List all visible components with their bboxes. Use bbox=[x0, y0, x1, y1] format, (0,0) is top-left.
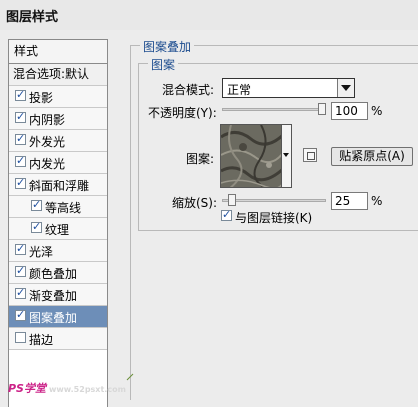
style-item-label: 外发光 bbox=[29, 135, 66, 149]
style-list: 样式 混合选项:默认 ✓ 投影 ✓ 内阴影 ✓ 外发光 ✓ 内发光 ✓ 斜面和浮雕 ✓ 等高线 ✓ 纹理 ✓… bbox=[8, 39, 108, 407]
window-title: 图层样式 bbox=[6, 10, 59, 25]
check-icon: ✓ bbox=[32, 198, 42, 211]
style-item-checkbox[interactable]: ✓ bbox=[15, 242, 26, 255]
opacity-input[interactable]: 100 bbox=[331, 102, 368, 120]
style-item-checkbox[interactable]: ✓ bbox=[15, 264, 26, 277]
style-item-checkbox[interactable]: ✓ bbox=[31, 198, 42, 211]
blend-mode-label: 混合模式: bbox=[162, 83, 215, 97]
check-icon: ✓ bbox=[16, 110, 26, 123]
style-item-checkbox[interactable] bbox=[15, 332, 26, 343]
opacity-slider-thumb[interactable] bbox=[318, 103, 326, 115]
style-item-label: 光泽 bbox=[29, 245, 54, 259]
pattern-label: 图案: bbox=[186, 152, 215, 166]
style-item[interactable]: ✓ 颜色叠加 bbox=[9, 262, 107, 284]
style-item[interactable]: ✓ 外发光 bbox=[9, 130, 107, 152]
style-item-label: 描边 bbox=[29, 333, 54, 347]
opacity-slider-track[interactable] bbox=[222, 108, 326, 111]
style-item[interactable]: ✓ 光泽 bbox=[9, 240, 107, 262]
style-item[interactable]: ✓ 内发光 bbox=[9, 152, 107, 174]
pattern-texture bbox=[221, 125, 281, 187]
blend-options-item[interactable]: 混合选项:默认 bbox=[9, 64, 107, 86]
chevron-down-icon[interactable] bbox=[337, 79, 354, 97]
style-item[interactable]: ✓ 纹理 bbox=[9, 218, 107, 240]
scale-slider-thumb[interactable] bbox=[227, 194, 236, 206]
style-item[interactable]: ✓ 内阴影 bbox=[9, 108, 107, 130]
style-item-label: 斜面和浮雕 bbox=[29, 179, 90, 193]
style-item[interactable]: ✓ 渐变叠加 bbox=[9, 284, 107, 306]
resize-corner-icon bbox=[126, 373, 134, 381]
style-item-checkbox[interactable]: ✓ bbox=[15, 132, 26, 145]
style-item-label: 内发光 bbox=[29, 157, 66, 171]
check-icon: ✓ bbox=[16, 242, 26, 255]
snap-origin-button[interactable]: 贴紧原点(A) bbox=[331, 147, 413, 166]
scale-percent: % bbox=[371, 194, 383, 208]
title-bar: 图层样式 bbox=[0, 0, 418, 30]
pattern-swatch[interactable] bbox=[220, 124, 282, 188]
style-item-checkbox[interactable]: ✓ bbox=[31, 220, 42, 233]
style-item[interactable]: ✓ 等高线 bbox=[9, 196, 107, 218]
subgroup-title: 图案 bbox=[148, 56, 179, 73]
style-list-header[interactable]: 样式 bbox=[9, 40, 107, 64]
check-icon: ✓ bbox=[16, 88, 26, 101]
style-item[interactable]: ✓ 图案叠加 bbox=[9, 306, 107, 328]
pattern-picker-button[interactable] bbox=[282, 124, 292, 188]
watermark-site: www.52psxt.com bbox=[48, 385, 126, 394]
blend-mode-value: 正常 bbox=[227, 83, 252, 97]
style-item[interactable]: ✓ 斜面和浮雕 bbox=[9, 174, 107, 196]
style-item-label: 内阴影 bbox=[29, 113, 66, 127]
style-item-checkbox[interactable]: ✓ bbox=[15, 154, 26, 167]
opacity-label: 不透明度(Y): bbox=[148, 106, 217, 120]
style-item-label: 投影 bbox=[29, 91, 54, 105]
link-with-layer-label[interactable]: 与图层链接(K) bbox=[235, 209, 312, 226]
style-item-label: 纹理 bbox=[45, 223, 70, 237]
check-icon: ✓ bbox=[222, 208, 232, 221]
style-item-checkbox[interactable]: ✓ bbox=[15, 308, 26, 321]
blend-mode-select[interactable]: 正常 bbox=[222, 78, 355, 98]
style-item-label: 渐变叠加 bbox=[29, 289, 78, 303]
style-item-label: 颜色叠加 bbox=[29, 267, 78, 281]
scale-label: 缩放(S): bbox=[172, 196, 218, 210]
link-with-layer-checkbox[interactable]: ✓ bbox=[221, 208, 232, 221]
check-icon: ✓ bbox=[16, 308, 26, 321]
style-item-label: 等高线 bbox=[45, 201, 82, 215]
scale-input[interactable]: 25 bbox=[331, 192, 368, 210]
watermark: PS学堂 www.52psxt.com bbox=[8, 380, 128, 398]
style-item-checkbox[interactable]: ✓ bbox=[15, 110, 26, 123]
style-item[interactable]: 描边 bbox=[9, 328, 107, 350]
style-item[interactable]: ✓ 投影 bbox=[9, 86, 107, 108]
scale-slider-track[interactable] bbox=[222, 199, 326, 202]
check-icon: ✓ bbox=[16, 154, 26, 167]
style-item-checkbox[interactable]: ✓ bbox=[15, 88, 26, 101]
check-icon: ✓ bbox=[16, 264, 26, 277]
style-item-label: 图案叠加 bbox=[29, 311, 78, 325]
check-icon: ✓ bbox=[16, 286, 26, 299]
check-icon: ✓ bbox=[32, 220, 42, 233]
style-item-checkbox[interactable]: ✓ bbox=[15, 176, 26, 189]
group-title: 图案叠加 bbox=[140, 38, 195, 55]
style-item-checkbox[interactable]: ✓ bbox=[15, 286, 26, 299]
watermark-text: PS学堂 bbox=[8, 382, 46, 395]
new-preset-icon[interactable] bbox=[303, 148, 317, 162]
check-icon: ✓ bbox=[16, 132, 26, 145]
check-icon: ✓ bbox=[16, 176, 26, 189]
opacity-percent: % bbox=[371, 104, 383, 118]
